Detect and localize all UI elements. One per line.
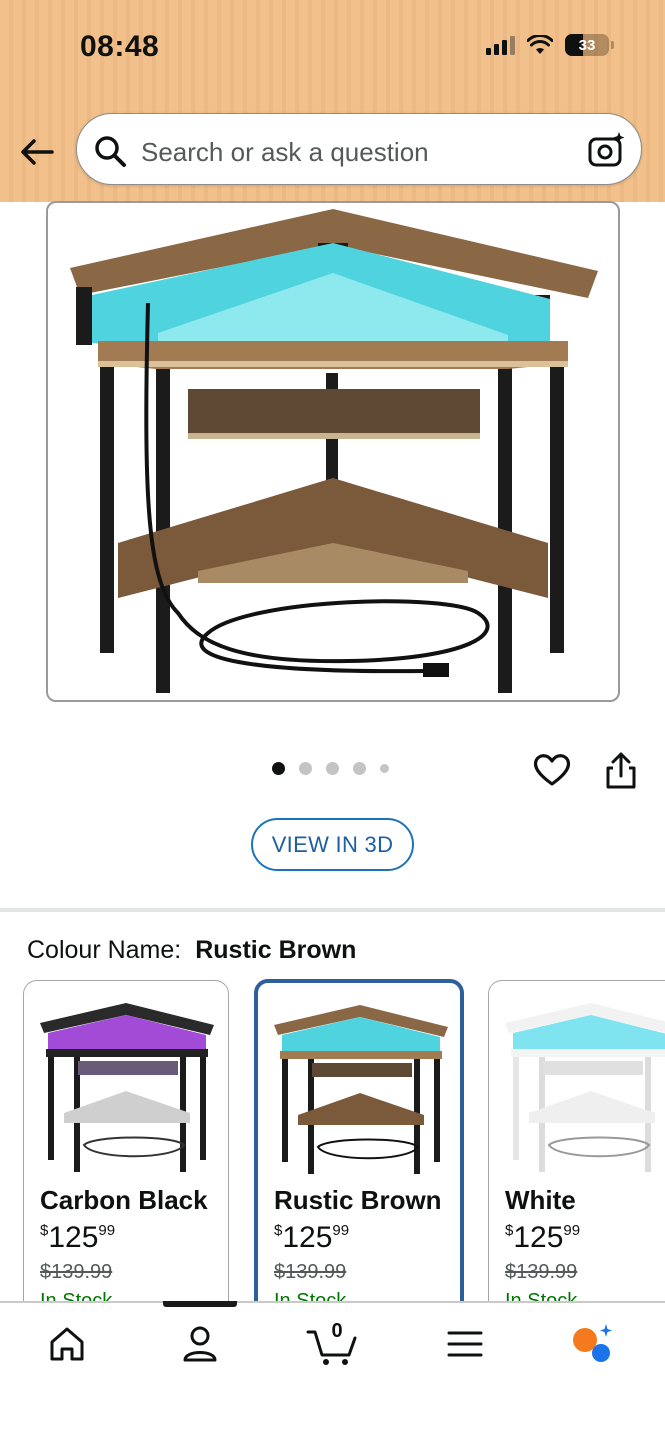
rufus-assistant-icon[interactable]	[570, 1322, 614, 1366]
status-time: 08:48	[80, 30, 160, 63]
active-tab-indicator	[163, 1301, 237, 1307]
carousel-dot[interactable]	[299, 762, 312, 775]
carbon-black-desk-thumbnail	[40, 1003, 214, 1172]
carousel-dot[interactable]	[326, 762, 339, 775]
carousel-dot[interactable]	[272, 762, 285, 775]
colour-option-name: Rustic Brown	[274, 1185, 442, 1215]
header: 08:48 33 Search or ask a question	[0, 0, 665, 202]
battery-icon: 33	[565, 34, 614, 56]
image-carousel-dots	[272, 762, 389, 775]
colour-option-list-price: $139.99	[40, 1261, 113, 1283]
profile-icon[interactable]	[178, 1322, 222, 1366]
cart-count: 0	[331, 1320, 343, 1342]
colour-option-list-price: $139.99	[505, 1261, 578, 1283]
cellular-signal-icon	[486, 35, 515, 55]
heart-icon[interactable]	[532, 750, 572, 790]
search-placeholder: Search or ask a question	[141, 137, 429, 167]
product-image[interactable]	[46, 201, 620, 702]
colour-option-list-price: $139.99	[274, 1261, 347, 1283]
colour-option-rustic-brown[interactable]: Rustic Brown $12599 $139.99 In Stock	[254, 979, 464, 1323]
wifi-icon	[527, 35, 553, 54]
colour-label: Colour Name:	[27, 936, 182, 964]
colour-selected-value: Rustic Brown	[195, 936, 357, 964]
colour-option-price: $12599	[274, 1221, 350, 1254]
corner-desk-image	[70, 209, 598, 693]
back-arrow-icon[interactable]	[18, 132, 58, 172]
section-divider	[0, 908, 665, 912]
white-desk-thumbnail	[505, 1003, 665, 1172]
search-input[interactable]: Search or ask a question	[76, 113, 642, 185]
battery-level: 33	[578, 36, 596, 54]
home-icon[interactable]	[45, 1322, 89, 1366]
colour-option-name: White	[505, 1185, 576, 1215]
carousel-dot[interactable]	[380, 764, 389, 773]
status-icons: 33	[486, 34, 614, 56]
menu-icon[interactable]	[443, 1322, 487, 1366]
view-in-3d-button[interactable]: VIEW IN 3D	[251, 818, 414, 871]
rustic-brown-desk-thumbnail	[274, 1005, 448, 1174]
share-icon[interactable]	[604, 752, 638, 790]
colour-option-white[interactable]: White $12599 $139.99 In Stock	[488, 980, 665, 1320]
carousel-dot[interactable]	[353, 762, 366, 775]
colour-option-price: $12599	[40, 1221, 116, 1254]
colour-name-row: Colour Name: Rustic Brown	[27, 936, 356, 965]
camera-search-icon[interactable]	[587, 130, 627, 170]
search-icon	[95, 136, 126, 167]
colour-option-name: Carbon Black	[40, 1185, 208, 1215]
colour-option-carbon-black[interactable]: Carbon Black $12599 $139.99 In Stock	[23, 980, 229, 1320]
colour-option-price: $12599	[505, 1221, 581, 1254]
cart-button[interactable]: 0	[305, 1320, 361, 1368]
